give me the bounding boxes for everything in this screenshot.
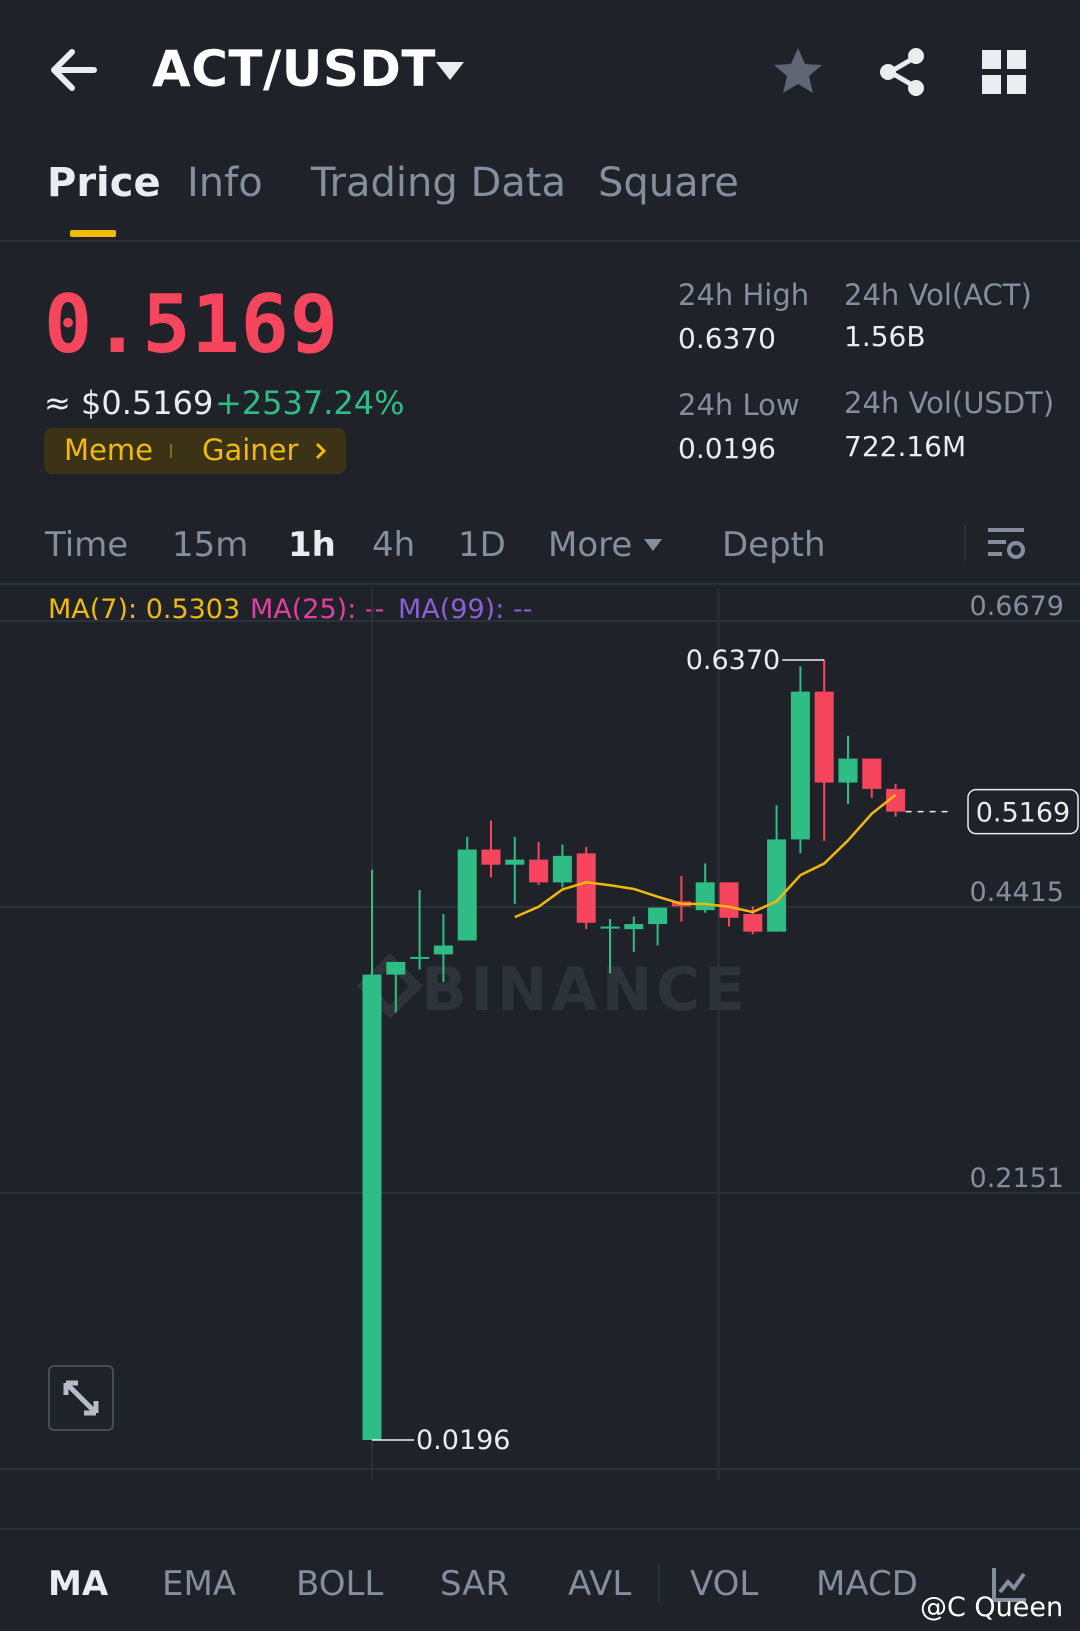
interval-depth[interactable]: Depth (722, 525, 826, 565)
candle-body (743, 913, 763, 932)
last-price: 0.5169 (44, 278, 339, 371)
candle-body (600, 926, 620, 929)
low-label: 24h Low (678, 388, 800, 422)
candle-body (481, 849, 501, 865)
tag-meme[interactable]: Meme (64, 433, 153, 467)
candle-body (457, 849, 477, 941)
interval-4h[interactable]: 4h (372, 525, 415, 565)
candle-body (386, 961, 406, 975)
vol-quote-value: 722.16M (844, 430, 967, 463)
watermark-label: @C Queen (920, 1592, 1064, 1623)
chevron-right-icon (315, 442, 327, 460)
interval-1h[interactable]: 1h (288, 525, 336, 565)
candle-body (362, 974, 382, 1440)
interval-bar: Time 15m 1h 4h 1D More Depth (0, 505, 1080, 585)
candle-body (624, 924, 644, 930)
interval-divider (964, 525, 966, 561)
high-value: 0.6370 (678, 322, 776, 355)
candle-body (790, 691, 810, 840)
high-label: 24h High (678, 278, 810, 312)
tag-gainer[interactable]: Gainer (202, 433, 298, 467)
trading-pair-title[interactable]: ACT/USDT (152, 40, 436, 98)
vol-quote-label: 24h Vol(USDT) (844, 386, 1055, 420)
tab-price[interactable]: Price (47, 160, 161, 206)
candle-body (529, 859, 549, 883)
indicator-divider (658, 1564, 660, 1602)
candle-body (814, 691, 834, 783)
usd-price: ≈ $0.5169 (44, 384, 214, 422)
fullscreen-button[interactable] (48, 1365, 114, 1431)
high-marker-label: 0.6370 (686, 645, 780, 676)
candle-body (410, 956, 430, 959)
candle-body (552, 855, 572, 883)
price-change-percent: +2537.24% (215, 384, 405, 422)
y-tick-label: 0.2151 (970, 1163, 1064, 1194)
y-tick-label: 0.6679 (970, 591, 1064, 622)
indicator-avl[interactable]: AVL (568, 1564, 631, 1604)
indicator-sar[interactable]: SAR (440, 1564, 509, 1604)
candlestick-chart[interactable]: 0.66790.44150.21512024-11-11 15:002024-1… (0, 588, 1080, 1480)
indicator-bar: MA EMA BOLL SAR AVL VOL MACD (0, 1528, 1080, 1631)
more-caret-icon[interactable] (642, 537, 664, 553)
pair-dropdown-caret-icon[interactable] (432, 56, 468, 86)
candle-body (505, 859, 525, 865)
indicator-ma[interactable]: MA (48, 1564, 108, 1604)
candle-body (719, 882, 739, 918)
interval-1d[interactable]: 1D (458, 525, 506, 565)
binance-watermark: BINANCE (421, 955, 749, 1025)
indicator-boll[interactable]: BOLL (296, 1564, 383, 1604)
candle-body (433, 945, 453, 955)
tab-square[interactable]: Square (598, 160, 739, 206)
last-price-label: 0.5169 (976, 798, 1070, 829)
indicator-vol[interactable]: VOL (690, 1564, 758, 1604)
candle-body (648, 907, 668, 925)
tab-trading-data[interactable]: Trading Data (311, 160, 566, 206)
interval-15m[interactable]: 15m (172, 525, 248, 565)
interval-time[interactable]: Time (45, 525, 128, 565)
vol-base-label: 24h Vol(ACT) (844, 278, 1032, 312)
share-icon[interactable] (874, 44, 930, 100)
active-tab-indicator (70, 230, 116, 237)
expand-icon (63, 1380, 99, 1416)
low-marker-label: 0.0196 (416, 1425, 510, 1456)
candle-body (767, 839, 787, 932)
back-arrow-icon[interactable] (44, 40, 104, 100)
low-value: 0.0196 (678, 432, 776, 465)
tag-divider (170, 444, 172, 458)
indicator-ema[interactable]: EMA (162, 1564, 236, 1604)
candle-body (838, 758, 858, 783)
candle-body (576, 853, 596, 923)
vol-base-value: 1.56B (844, 320, 926, 353)
candle-body (862, 758, 882, 789)
indicator-macd[interactable]: MACD (816, 1564, 918, 1604)
interval-more[interactable]: More (548, 525, 632, 565)
y-tick-label: 0.4415 (970, 877, 1064, 908)
tab-info[interactable]: Info (187, 160, 263, 206)
main-tabs: Price Info Trading Data Square (0, 150, 1080, 242)
favorite-star-icon[interactable] (770, 44, 826, 100)
tag-chips[interactable]: Meme Gainer (44, 428, 346, 474)
grid-menu-icon[interactable] (982, 50, 1026, 94)
chart-settings-icon[interactable] (984, 522, 1028, 566)
